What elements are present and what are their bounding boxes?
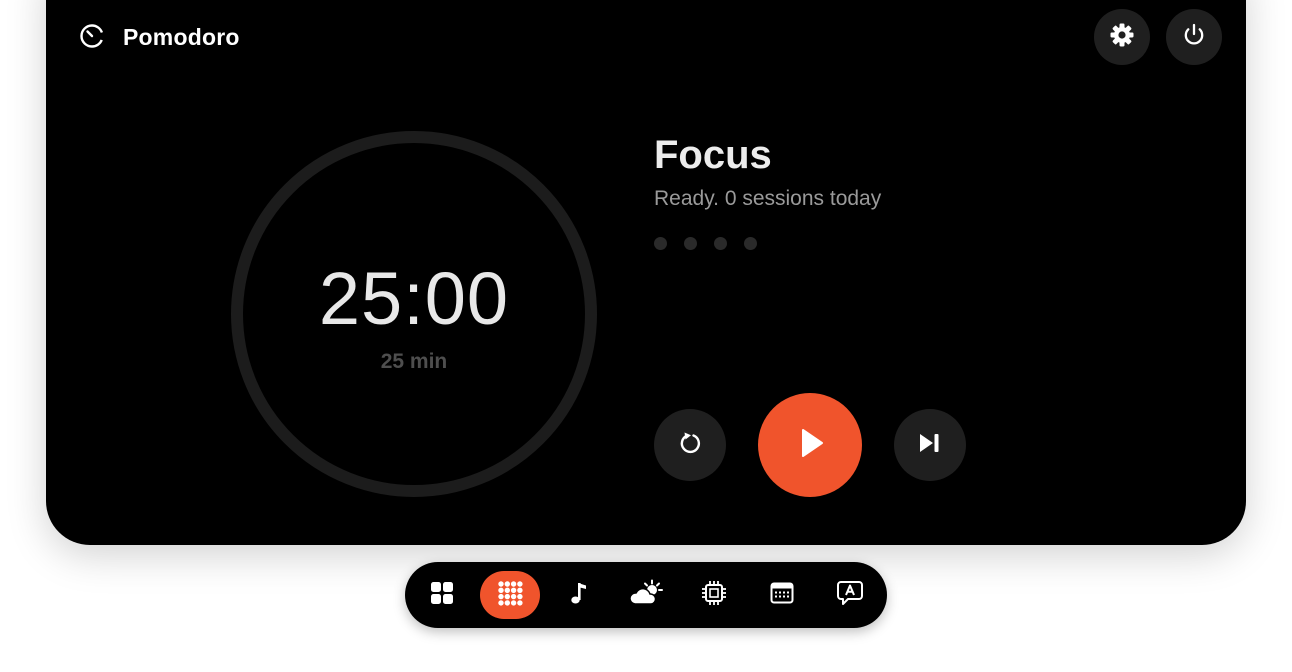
- session-dot: [684, 237, 697, 250]
- cpu-chip-icon: [701, 580, 727, 611]
- app-header: Pomodoro: [78, 22, 240, 52]
- music-note-icon: [566, 580, 590, 611]
- session-dot: [714, 237, 727, 250]
- gear-icon: [1109, 22, 1135, 53]
- dock-item-pomodoro[interactable]: [480, 571, 540, 619]
- settings-button[interactable]: [1094, 9, 1150, 65]
- app-title: Pomodoro: [123, 23, 240, 50]
- dock-item-system[interactable]: [684, 571, 744, 619]
- dock-item-widgets[interactable]: [412, 571, 472, 619]
- play-button[interactable]: [758, 393, 862, 497]
- dock-item-translate[interactable]: [820, 571, 880, 619]
- skip-next-icon: [916, 429, 944, 462]
- calendar-icon: [769, 580, 795, 611]
- translate-icon: [836, 579, 864, 612]
- timer-icon: [78, 21, 106, 54]
- session-dot: [654, 237, 667, 250]
- play-icon: [793, 426, 827, 465]
- reset-icon: [676, 429, 704, 462]
- widgets-grid-icon: [429, 580, 455, 611]
- timer-display: 25:00: [318, 257, 510, 340]
- dock-item-calendar[interactable]: [752, 571, 812, 619]
- pomodoro-dots-icon: [496, 579, 524, 612]
- session-mode-title: Focus: [654, 133, 772, 177]
- power-icon: [1180, 21, 1208, 54]
- dock-item-weather[interactable]: [616, 571, 676, 619]
- power-button[interactable]: [1166, 9, 1222, 65]
- session-dot: [744, 237, 757, 250]
- duration-label: 25 min: [380, 350, 448, 373]
- weather-icon: [628, 579, 664, 612]
- session-status: Ready. 0 sessions today: [654, 187, 882, 210]
- dock-item-music[interactable]: [548, 571, 608, 619]
- widget-panel: [46, 0, 1246, 545]
- bottom-dock: [405, 562, 887, 628]
- skip-button[interactable]: [894, 409, 966, 481]
- reset-button[interactable]: [654, 409, 726, 481]
